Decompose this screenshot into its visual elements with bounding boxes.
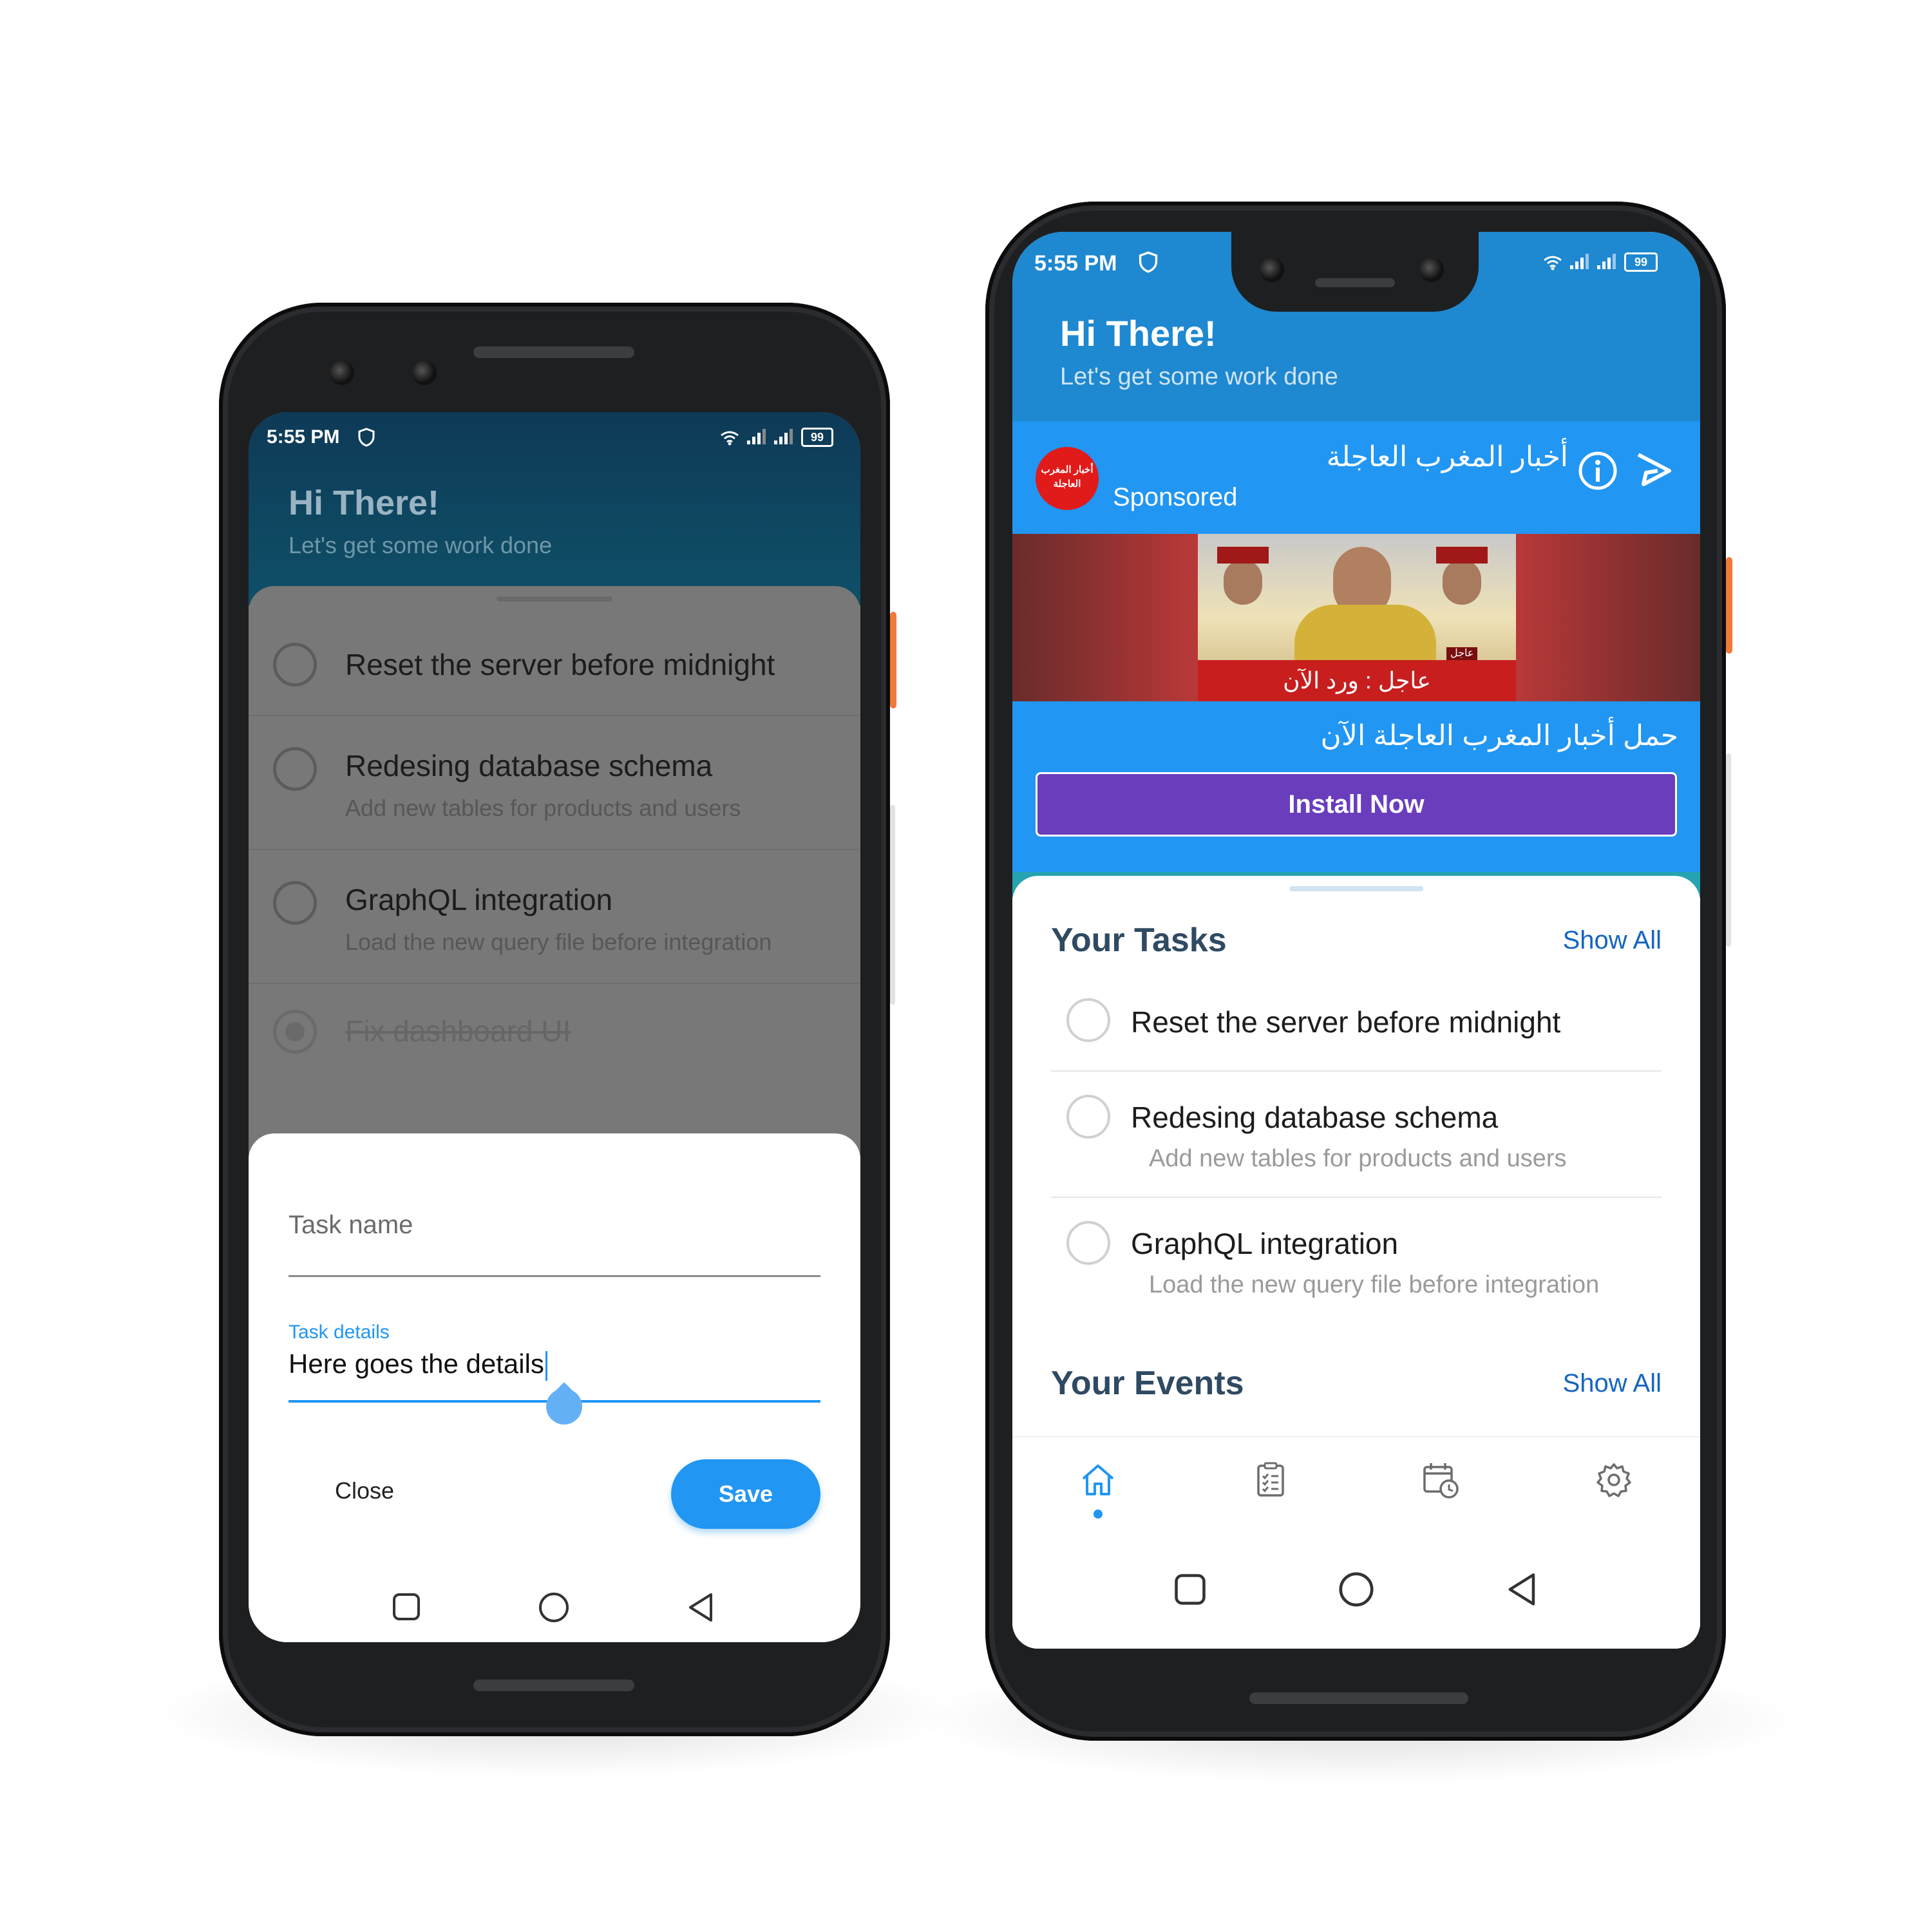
info-icon[interactable] [1578,451,1618,491]
ad-image-tag: عاجل [1446,647,1478,660]
task-row[interactable]: Redesing database schema Add new tables … [249,716,860,850]
sheet-handle[interactable] [1289,886,1423,891]
task-row[interactable]: Redesing database schema Add new tables … [1051,1081,1662,1197]
task-divider [1051,1197,1662,1198]
sponsored-ad[interactable]: أخبار المغرب العاجلة أخبار المغرب العاجل… [1012,421,1700,878]
calendar-icon[interactable] [1421,1461,1461,1501]
task-details-label: Task details [289,1321,390,1343]
ad-image-caption: عاجل : ورد الآن عاجل [1198,647,1516,701]
task-title: Redesing database schema [345,749,713,782]
task-checkbox[interactable] [273,881,317,925]
greeting-subtitle: Let's get some work done [1060,363,1338,390]
left-earpiece [473,346,634,358]
settings-icon[interactable] [1595,1461,1633,1499]
task-checkbox[interactable] [1066,998,1110,1042]
task-checkbox[interactable] [1066,1221,1110,1265]
add-task-dialog: Task name Task details Here goes the det… [249,1133,860,1642]
task-row-done[interactable]: Fix dashboard UI [249,984,860,1087]
left-status-bar: 5:55 PM 99 [249,412,860,464]
task-row[interactable]: Reset the server before midnight [249,612,860,716]
recent-apps-icon[interactable] [392,1592,421,1622]
shield-icon [358,428,375,447]
ad-choices-play-icon[interactable] [1632,450,1674,492]
task-details: Load the new query file before integrati… [1149,1271,1600,1298]
task-title-done: Fix dashboard UI [345,1014,571,1048]
task-title: GraphQL integration [345,883,613,916]
right-power-button [1726,557,1732,654]
back-icon[interactable] [1506,1571,1539,1607]
tasks-show-all-link[interactable]: Show All [1563,926,1662,955]
signal-icon [747,429,766,444]
ad-cta-text[interactable]: حمل أخبار المغرب العاجلة الآن [1321,719,1678,752]
right-bottom-speaker [1249,1692,1468,1704]
signal-icon-2 [774,429,793,444]
task-divider [1051,1070,1662,1072]
text-cursor [545,1350,547,1381]
task-checkbox-checked[interactable] [273,1010,317,1054]
left-bottom-speaker [473,1680,634,1691]
close-button[interactable]: Close [319,1468,410,1513]
your-events-title: Your Events [1051,1365,1244,1402]
ad-image[interactable]: عاجل : ورد الآن عاجل [1012,534,1700,701]
left-volume-button [890,805,895,1005]
task-details: Add new tables for products and users [1149,1145,1567,1172]
ad-title[interactable]: أخبار المغرب العاجلة [1327,440,1568,473]
bottom-navigation [1012,1436,1700,1649]
battery-icon: 99 [801,428,833,447]
left-power-button [890,612,896,708]
wifi-icon [1544,256,1562,270]
task-title: GraphQL integration [1131,1227,1399,1260]
install-now-button[interactable]: Install Now [1036,772,1677,837]
your-tasks-title: Your Tasks [1051,922,1227,959]
sheet-handle[interactable] [497,596,612,601]
tasks-icon[interactable] [1252,1461,1289,1498]
status-time: 5:55 PM [1034,251,1117,276]
home-button-icon[interactable] [1337,1570,1376,1609]
greeting-subtitle: Let's get some work done [289,532,553,558]
home-icon[interactable] [1079,1461,1117,1498]
task-row[interactable]: GraphQL integration Load the new query f… [249,850,860,984]
signal-icon [1570,254,1589,269]
left-screen: 5:55 PM 99 Hi There! Let's get some work… [249,412,860,1642]
signal-icon-2 [1597,254,1616,269]
right-screen: 5:55 PM 99 Hi There! Let's get some work… [1012,232,1700,1649]
task-details-input[interactable]: Here goes the details [289,1349,547,1381]
home-button-icon[interactable] [537,1591,571,1624]
task-row[interactable]: GraphQL integration Load the new query f… [1051,1207,1662,1323]
left-front-camera-2 [412,361,437,385]
active-tab-dot [1094,1510,1103,1519]
right-status-bar: 5:55 PM 99 [1012,232,1700,290]
task-title: Reset the server before midnight [345,648,775,681]
status-time: 5:55 PM [267,426,340,448]
shield-icon [1139,251,1158,273]
battery-icon: 99 [1624,252,1658,272]
task-checkbox[interactable] [1066,1095,1110,1139]
task-name-underline [289,1275,820,1277]
task-checkbox[interactable] [273,643,317,687]
left-front-camera-1 [330,361,354,385]
ad-logo[interactable]: أخبار المغرب العاجلة [1036,447,1099,510]
task-details: Load the new query file before integrati… [345,929,772,955]
events-show-all-link[interactable]: Show All [1563,1369,1662,1398]
task-title: Reset the server before midnight [1131,1005,1561,1039]
task-row[interactable]: Reset the server before midnight [1051,985,1662,1069]
back-icon[interactable] [687,1592,716,1623]
task-name-input[interactable]: Task name [289,1211,413,1240]
greeting-title: Hi There! [1060,313,1217,354]
task-title: Redesing database schema [1131,1101,1499,1134]
right-volume-button [1726,753,1731,947]
save-button[interactable]: Save [671,1459,820,1529]
task-details: Add new tables for products and users [345,795,741,821]
task-checkbox[interactable] [273,747,317,791]
greeting-title: Hi There! [289,484,440,522]
wifi-icon [721,431,739,446]
recent-apps-icon[interactable] [1173,1573,1207,1606]
sponsored-label: Sponsored [1113,483,1238,511]
